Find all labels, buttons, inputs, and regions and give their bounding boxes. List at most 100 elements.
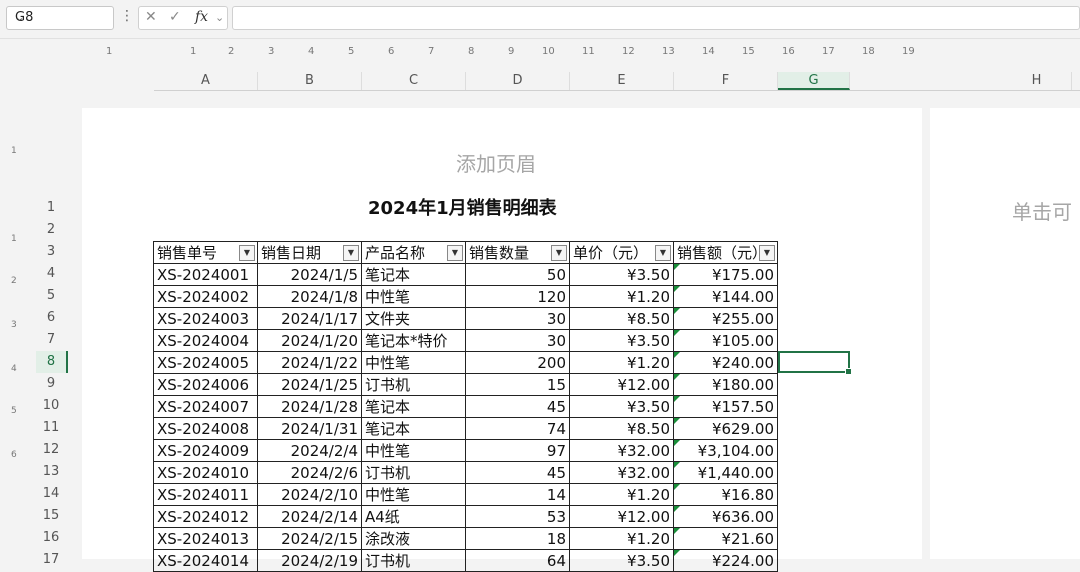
- cancel-icon[interactable]: ✕: [145, 9, 157, 25]
- table-cell[interactable]: XS-2024001: [153, 263, 258, 286]
- table-cell[interactable]: 2024/2/19: [257, 549, 362, 572]
- table-cell[interactable]: ¥21.60: [673, 527, 778, 550]
- row-header-1[interactable]: 1: [36, 197, 66, 219]
- table-cell[interactable]: ¥157.50: [673, 395, 778, 418]
- table-cell[interactable]: 中性笔: [361, 351, 466, 374]
- row-header-4[interactable]: 4: [36, 263, 66, 285]
- filter-dropdown-icon[interactable]: ▼: [239, 245, 255, 261]
- row-header-14[interactable]: 14: [36, 483, 66, 505]
- row-header-3[interactable]: 3: [36, 241, 66, 263]
- row-header-8[interactable]: 8: [36, 351, 68, 373]
- table-cell[interactable]: 53: [465, 505, 570, 528]
- table-cell[interactable]: ¥105.00: [673, 329, 778, 352]
- header-placeholder[interactable]: 添加页眉: [456, 148, 536, 177]
- table-cell[interactable]: 中性笔: [361, 439, 466, 462]
- table-cell[interactable]: 2024/1/8: [257, 285, 362, 308]
- table-cell[interactable]: XS-2024013: [153, 527, 258, 550]
- row-header-11[interactable]: 11: [36, 417, 66, 439]
- table-cell[interactable]: 2024/1/31: [257, 417, 362, 440]
- table-cell[interactable]: 2024/2/15: [257, 527, 362, 550]
- table-cell[interactable]: 2024/1/28: [257, 395, 362, 418]
- table-cell[interactable]: 2024/1/20: [257, 329, 362, 352]
- table-cell[interactable]: 2024/2/4: [257, 439, 362, 462]
- table-cell[interactable]: 笔记本: [361, 417, 466, 440]
- table-header-cell[interactable]: 产品名称 ▼: [361, 241, 466, 264]
- table-cell[interactable]: 文件夹: [361, 307, 466, 330]
- table-cell[interactable]: 中性笔: [361, 483, 466, 506]
- table-cell[interactable]: 200: [465, 351, 570, 374]
- table-cell[interactable]: 14: [465, 483, 570, 506]
- table-cell[interactable]: 涂改液: [361, 527, 466, 550]
- table-cell[interactable]: XS-2024012: [153, 505, 258, 528]
- table-cell[interactable]: ¥224.00: [673, 549, 778, 572]
- row-header-15[interactable]: 15: [36, 505, 66, 527]
- row-header-9[interactable]: 9: [36, 373, 66, 395]
- table-cell[interactable]: 45: [465, 395, 570, 418]
- filter-dropdown-icon[interactable]: ▼: [655, 245, 671, 261]
- table-cell[interactable]: ¥255.00: [673, 307, 778, 330]
- table-cell[interactable]: ¥8.50: [569, 417, 674, 440]
- table-cell[interactable]: ¥1.20: [569, 351, 674, 374]
- table-cell[interactable]: XS-2024011: [153, 483, 258, 506]
- table-cell[interactable]: XS-2024006: [153, 373, 258, 396]
- row-header-6[interactable]: 6: [36, 307, 66, 329]
- column-header-c[interactable]: C: [362, 72, 466, 90]
- table-header-cell[interactable]: 销售数量 ▼: [465, 241, 570, 264]
- table-cell[interactable]: 2024/1/22: [257, 351, 362, 374]
- table-cell[interactable]: ¥175.00: [673, 263, 778, 286]
- more-icon[interactable]: ⋮: [120, 8, 134, 24]
- table-cell[interactable]: XS-2024005: [153, 351, 258, 374]
- table-cell[interactable]: ¥12.00: [569, 505, 674, 528]
- column-header-b[interactable]: B: [258, 72, 362, 90]
- next-page-placeholder[interactable]: 单击可: [1012, 196, 1072, 225]
- table-cell[interactable]: ¥32.00: [569, 461, 674, 484]
- table-cell[interactable]: ¥1,440.00: [673, 461, 778, 484]
- column-header-g[interactable]: G: [778, 72, 850, 90]
- table-cell[interactable]: 30: [465, 329, 570, 352]
- table-cell[interactable]: 订书机: [361, 373, 466, 396]
- table-cell[interactable]: ¥16.80: [673, 483, 778, 506]
- column-header-f[interactable]: F: [674, 72, 778, 90]
- column-header-a[interactable]: A: [154, 72, 258, 90]
- enter-icon[interactable]: ✓: [169, 9, 181, 25]
- row-header-7[interactable]: 7: [36, 329, 66, 351]
- table-cell[interactable]: ¥240.00: [673, 351, 778, 374]
- filter-dropdown-icon[interactable]: ▼: [551, 245, 567, 261]
- table-cell[interactable]: XS-2024014: [153, 549, 258, 572]
- filter-dropdown-icon[interactable]: ▼: [759, 245, 775, 261]
- row-header-13[interactable]: 13: [36, 461, 66, 483]
- table-cell[interactable]: ¥8.50: [569, 307, 674, 330]
- table-cell[interactable]: 2024/2/14: [257, 505, 362, 528]
- table-cell[interactable]: ¥629.00: [673, 417, 778, 440]
- table-cell[interactable]: 2024/2/6: [257, 461, 362, 484]
- table-cell[interactable]: ¥144.00: [673, 285, 778, 308]
- table-cell[interactable]: XS-2024004: [153, 329, 258, 352]
- row-header-5[interactable]: 5: [36, 285, 66, 307]
- table-cell[interactable]: 订书机: [361, 461, 466, 484]
- table-cell[interactable]: XS-2024003: [153, 307, 258, 330]
- table-cell[interactable]: 中性笔: [361, 285, 466, 308]
- name-box[interactable]: G8 ⌄: [6, 6, 114, 30]
- row-header-17[interactable]: 17: [36, 549, 66, 571]
- table-cell[interactable]: 15: [465, 373, 570, 396]
- table-cell[interactable]: XS-2024008: [153, 417, 258, 440]
- table-cell[interactable]: ¥3,104.00: [673, 439, 778, 462]
- sheet-title[interactable]: 2024年1月销售明细表: [368, 194, 557, 220]
- table-header-cell[interactable]: 销售单号 ▼: [153, 241, 258, 264]
- table-cell[interactable]: XS-2024002: [153, 285, 258, 308]
- table-cell[interactable]: 120: [465, 285, 570, 308]
- chevron-down-icon[interactable]: ⌄: [15, 11, 107, 24]
- table-cell[interactable]: XS-2024007: [153, 395, 258, 418]
- table-header-cell[interactable]: 销售额（元） ▼: [673, 241, 778, 264]
- table-header-cell[interactable]: 单价（元） ▼: [569, 241, 674, 264]
- table-cell[interactable]: ¥1.20: [569, 285, 674, 308]
- table-cell[interactable]: ¥12.00: [569, 373, 674, 396]
- column-header-e[interactable]: E: [570, 72, 674, 90]
- table-cell[interactable]: 97: [465, 439, 570, 462]
- table-cell[interactable]: XS-2024010: [153, 461, 258, 484]
- table-cell[interactable]: ¥3.50: [569, 395, 674, 418]
- table-cell[interactable]: 2024/1/25: [257, 373, 362, 396]
- table-cell[interactable]: 64: [465, 549, 570, 572]
- insert-function-icon[interactable]: fx: [195, 9, 208, 25]
- table-cell[interactable]: ¥3.50: [569, 263, 674, 286]
